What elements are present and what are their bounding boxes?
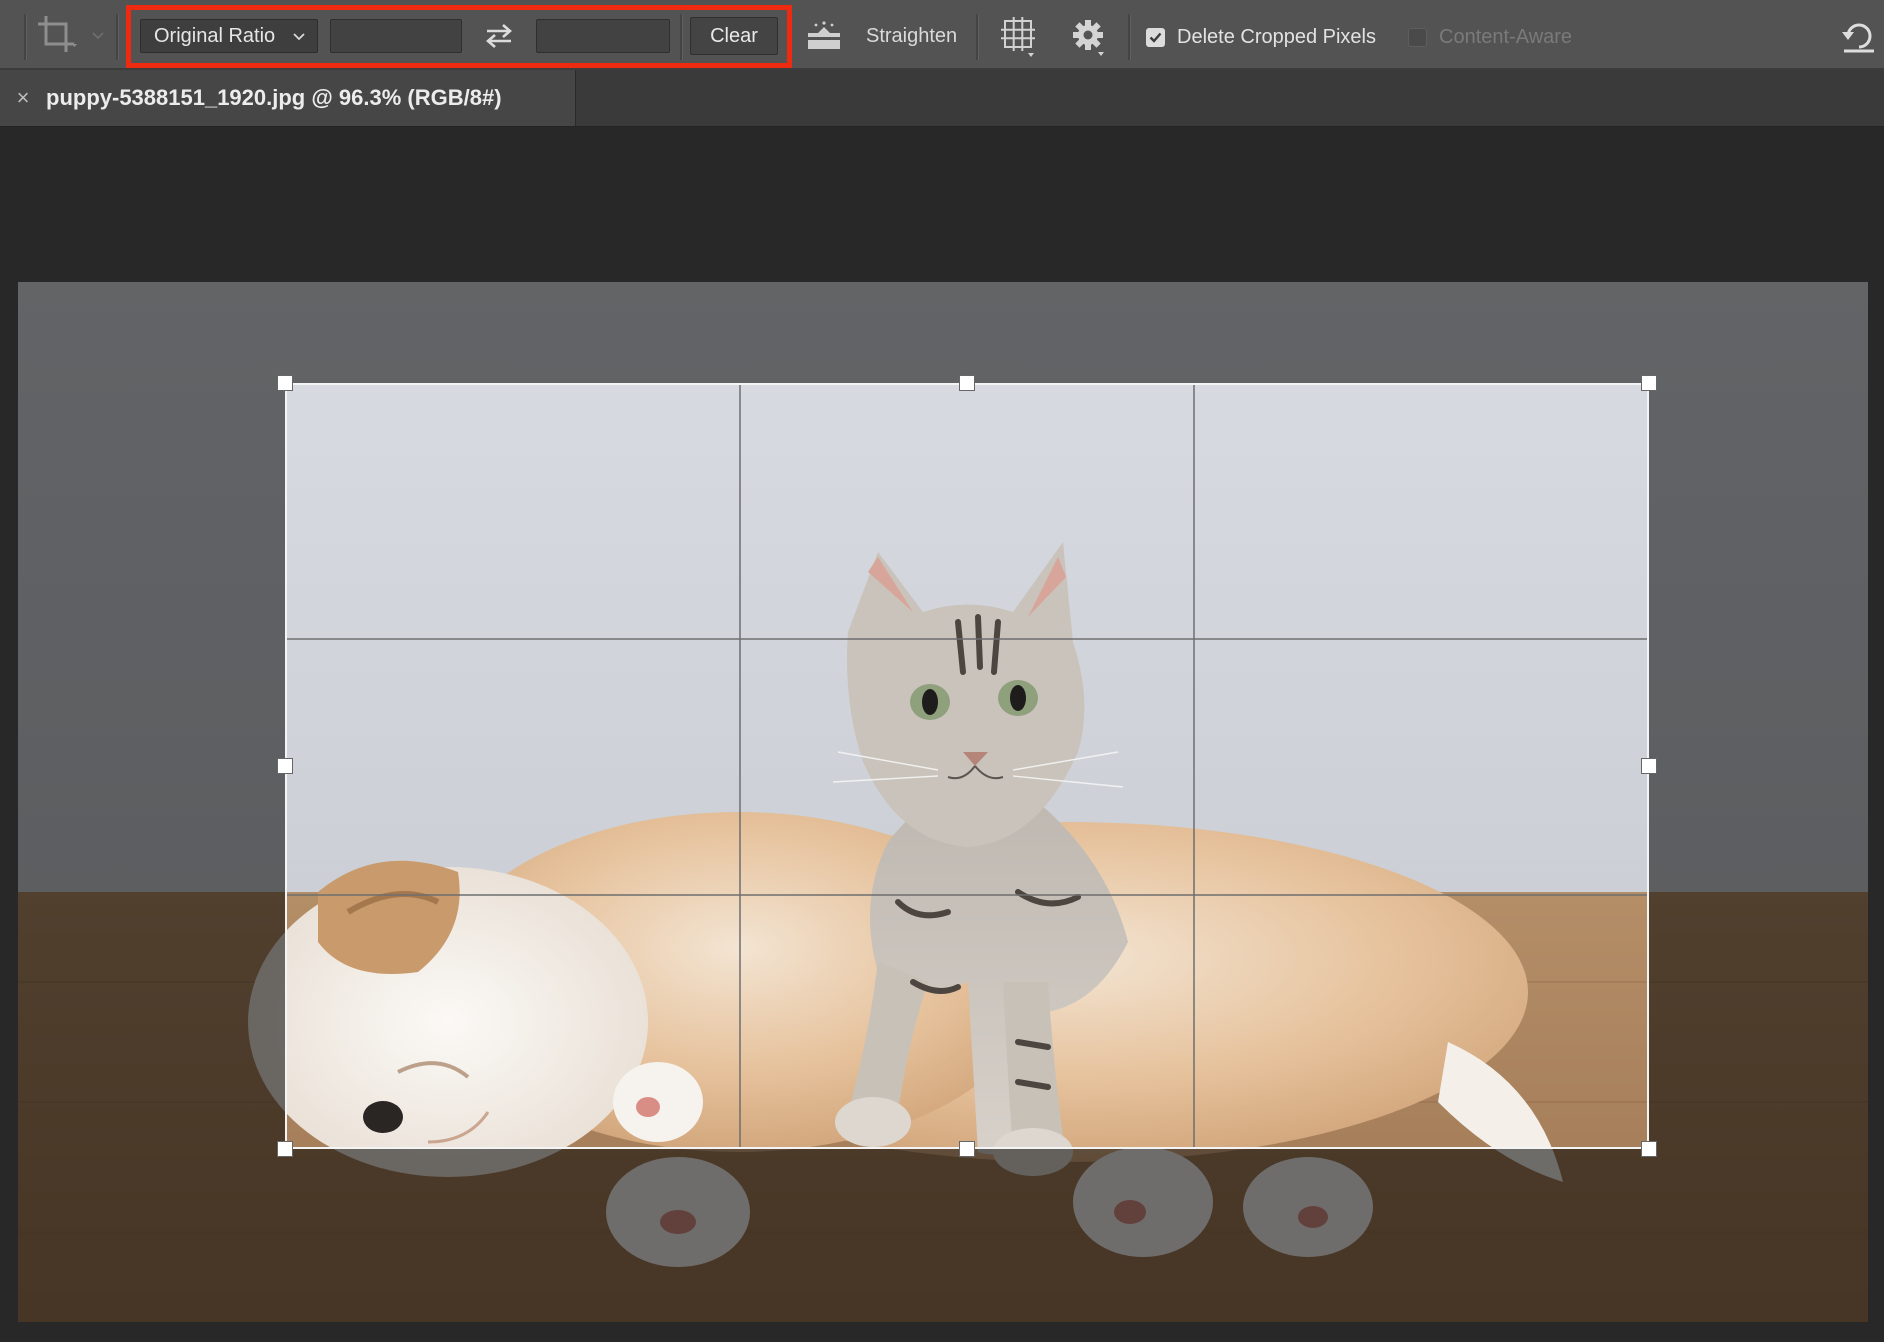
aspect-ratio-select[interactable]: Original Ratio [140, 19, 318, 53]
checkbox-unchecked-icon [1408, 27, 1427, 47]
crop-handle-left[interactable] [277, 758, 293, 774]
swap-dimensions-button[interactable] [478, 18, 520, 54]
swap-arrows-icon [486, 24, 512, 48]
aspect-ratio-value: Original Ratio [154, 24, 276, 47]
delete-cropped-pixels-label: Delete Cropped Pixels [1177, 25, 1376, 48]
toolbar-divider [976, 14, 979, 60]
grid-overlay-icon[interactable] [998, 14, 1038, 58]
crop-handle-bottom-left[interactable] [277, 1141, 293, 1157]
toolbar-divider [24, 14, 27, 60]
toolbar-divider [116, 14, 119, 60]
grid-line-horizontal [287, 638, 1647, 640]
crop-handle-right[interactable] [1641, 758, 1657, 774]
toolbar-divider [1128, 14, 1131, 60]
content-aware-label: Content-Aware [1439, 25, 1573, 48]
crop-handle-bottom-right[interactable] [1641, 1141, 1657, 1157]
chevron-down-icon [293, 33, 305, 41]
crop-icon[interactable] [36, 14, 78, 56]
crop-width-input[interactable] [330, 19, 462, 53]
grid-line-vertical [1193, 385, 1195, 1147]
document-title: puppy-5388151_1920.jpg @ 96.3% (RGB/8#) [46, 85, 502, 110]
crop-handle-top[interactable] [959, 375, 975, 391]
straighten-button[interactable]: Straighten [804, 16, 957, 56]
chevron-down-icon[interactable] [90, 28, 106, 42]
crop-height-input[interactable] [536, 19, 670, 53]
grid-line-vertical [739, 385, 741, 1147]
reset-icon[interactable] [1840, 16, 1878, 54]
delete-cropped-pixels-checkbox[interactable]: Delete Cropped Pixels [1146, 25, 1376, 49]
document-tab-bar: × puppy-5388151_1920.jpg @ 96.3% (RGB/8#… [0, 70, 1884, 127]
options-bar: Original Ratio Clear Straighten Delete C… [0, 0, 1884, 70]
clear-button[interactable]: Clear [690, 17, 778, 55]
crop-handle-top-left[interactable] [277, 375, 293, 391]
straighten-label: Straighten [866, 24, 958, 47]
gear-icon[interactable] [1068, 16, 1108, 58]
document-tab[interactable]: × puppy-5388151_1920.jpg @ 96.3% (RGB/8#… [0, 70, 576, 126]
straighten-icon [808, 21, 840, 49]
crop-handle-bottom[interactable] [959, 1141, 975, 1157]
crop-box[interactable] [285, 383, 1649, 1149]
content-aware-checkbox[interactable]: Content-Aware [1408, 25, 1572, 49]
crop-handle-top-right[interactable] [1641, 375, 1657, 391]
checkbox-checked-icon [1146, 27, 1165, 47]
grid-line-horizontal [287, 894, 1647, 896]
close-icon[interactable]: × [0, 85, 46, 111]
toolbar-divider [680, 14, 683, 60]
